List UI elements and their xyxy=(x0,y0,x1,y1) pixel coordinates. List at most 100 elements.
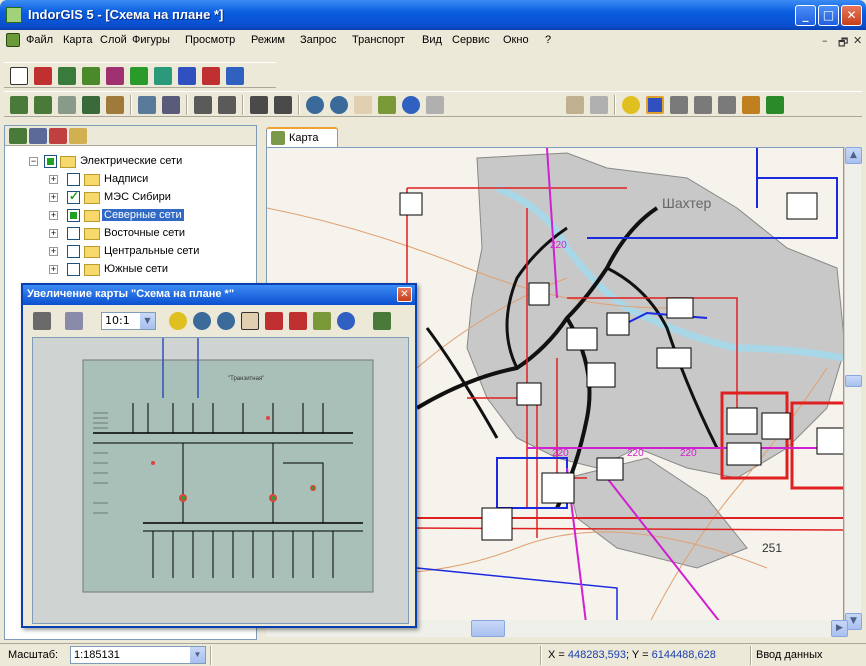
tree-root-checkbox[interactable] xyxy=(44,155,57,168)
info-icon[interactable] xyxy=(337,312,355,330)
gear-icon[interactable] xyxy=(82,67,100,85)
menu-map[interactable]: Карта xyxy=(63,34,92,46)
tree-item-checkbox[interactable] xyxy=(67,189,80,204)
doc-icon[interactable] xyxy=(178,67,196,85)
grid-icon[interactable] xyxy=(646,96,664,114)
zoom-close-button[interactable]: ✕ xyxy=(397,287,412,302)
close-button[interactable]: ✕ xyxy=(841,5,862,26)
connect-icon[interactable] xyxy=(718,96,736,114)
menu-view[interactable]: Просмотр xyxy=(185,34,235,46)
layers-icon[interactable] xyxy=(373,312,391,330)
table-icon[interactable] xyxy=(590,96,608,114)
pan-hand-icon[interactable] xyxy=(241,312,259,330)
zoom-out-icon[interactable] xyxy=(217,312,235,330)
scroll-right-icon[interactable]: ▶ xyxy=(831,620,848,637)
tab-map[interactable]: Карта xyxy=(266,127,338,147)
chevron-down-icon[interactable]: ▼ xyxy=(190,647,205,663)
maximize-button[interactable]: □ xyxy=(818,5,839,26)
pan-hand-icon[interactable] xyxy=(354,96,372,114)
collapse-icon[interactable]: − xyxy=(29,157,38,166)
sheet-icon[interactable] xyxy=(33,312,51,330)
tab-legend[interactable] xyxy=(29,128,47,144)
tab-layers[interactable] xyxy=(9,128,27,144)
mdi-restore-button[interactable]: 🗗 xyxy=(838,34,848,53)
menu-layer[interactable]: Слой xyxy=(100,34,127,46)
scroll-thumb[interactable] xyxy=(471,620,505,637)
menu-transport[interactable]: Транспорт xyxy=(352,34,405,46)
chevron-down-icon[interactable]: ▼ xyxy=(140,313,155,329)
tree-item-checkbox[interactable] xyxy=(67,263,80,276)
tree-item-vostochnye-seti[interactable]: + Восточные сети xyxy=(47,226,247,242)
minimize-button[interactable]: _ xyxy=(795,5,816,26)
map-vertical-scrollbar[interactable]: ▲ ▼ xyxy=(844,147,862,630)
tree-item-checkbox[interactable] xyxy=(67,245,80,258)
scroll-up-icon[interactable]: ▲ xyxy=(845,147,862,164)
print-icon[interactable] xyxy=(274,96,292,114)
expand-icon[interactable]: + xyxy=(49,193,58,202)
mdi-minimize-button[interactable]: – xyxy=(822,34,828,47)
print-preview-icon[interactable] xyxy=(250,96,268,114)
expand-icon[interactable]: + xyxy=(49,175,58,184)
expand-icon[interactable]: + xyxy=(49,265,58,274)
link-icon[interactable] xyxy=(694,96,712,114)
expand-icon[interactable]: + xyxy=(49,247,58,256)
zoom-window-icon[interactable] xyxy=(289,312,307,330)
topology-icon[interactable] xyxy=(766,96,784,114)
pen-icon[interactable] xyxy=(34,67,52,85)
book-icon[interactable] xyxy=(106,67,124,85)
zoom-layer-icon[interactable] xyxy=(218,96,236,114)
edit-icon[interactable] xyxy=(226,67,244,85)
menu-window[interactable]: Окно xyxy=(503,34,529,46)
select-tool-icon[interactable] xyxy=(313,312,331,330)
tree-item-centralnye-seti[interactable]: + Центральные сети xyxy=(47,244,247,260)
tree-item-mes-sibiri[interactable]: + МЭС Сибири xyxy=(47,189,247,206)
tree-item-checkbox[interactable] xyxy=(67,227,80,240)
tree-item-nadpisi[interactable]: + Надписи xyxy=(47,172,247,188)
select-rect-icon[interactable] xyxy=(426,96,444,114)
layer-tool-icon[interactable] xyxy=(58,67,76,85)
menu-service[interactable]: Сервис xyxy=(452,34,490,46)
arrow-icon[interactable] xyxy=(130,67,148,85)
menu-query[interactable]: Запрос xyxy=(300,34,336,46)
zoom-rect-icon[interactable] xyxy=(265,312,283,330)
zoom-in-icon[interactable] xyxy=(306,96,324,114)
menu-help[interactable]: ? xyxy=(545,34,551,46)
tree-item-severnye-seti[interactable]: + Северные сети xyxy=(47,208,247,224)
settings-icon[interactable] xyxy=(65,312,83,330)
layers-props-icon[interactable] xyxy=(82,96,100,114)
zoom-in-icon[interactable] xyxy=(193,312,211,330)
book-open-icon[interactable] xyxy=(566,96,584,114)
tree-item-checkbox[interactable] xyxy=(67,209,80,222)
scale-combobox[interactable]: 1:185131 ▼ xyxy=(70,646,206,664)
checkbox-tool-icon[interactable] xyxy=(10,67,28,85)
info-icon[interactable] xyxy=(402,96,420,114)
zoom-view[interactable]: "Транзитная" xyxy=(32,337,409,624)
rdbms-icon[interactable] xyxy=(106,96,124,114)
menu-window-view[interactable]: Вид xyxy=(422,34,442,46)
network-icon[interactable] xyxy=(742,96,760,114)
zoom-extent-icon[interactable] xyxy=(194,96,212,114)
marker-icon[interactable] xyxy=(154,67,172,85)
zoom-window-titlebar[interactable]: Увеличение карты "Схема на плане *" ✕ xyxy=(23,285,415,305)
zoom-ratio-select[interactable]: 10:1 ▼ xyxy=(101,312,156,330)
menu-figures[interactable]: Фигуры xyxy=(132,34,170,46)
tree-item-checkbox[interactable] xyxy=(67,173,80,186)
measure-icon[interactable] xyxy=(169,312,187,330)
scroll-thumb[interactable] xyxy=(845,375,862,387)
zoom-out-icon[interactable] xyxy=(330,96,348,114)
chart-icon[interactable] xyxy=(202,67,220,85)
select-tool-icon[interactable] xyxy=(378,96,396,114)
layers-add-icon[interactable] xyxy=(34,96,52,114)
line-tool-icon[interactable] xyxy=(670,96,688,114)
menu-mode[interactable]: Режим xyxy=(251,34,285,46)
tab-edit[interactable] xyxy=(49,128,67,144)
expand-icon[interactable]: + xyxy=(49,229,58,238)
menu-file[interactable]: Файл xyxy=(26,34,53,46)
query-icon[interactable] xyxy=(138,96,156,114)
tab-folders[interactable] xyxy=(69,128,87,144)
layers-icon[interactable] xyxy=(10,96,28,114)
title-bar[interactable]: IndorGIS 5 - [Схема на плане *] _ □ ✕ xyxy=(0,0,866,30)
object-icon[interactable] xyxy=(162,96,180,114)
mdi-close-button[interactable]: ✕ xyxy=(853,34,862,47)
layers-remove-icon[interactable] xyxy=(58,96,76,114)
